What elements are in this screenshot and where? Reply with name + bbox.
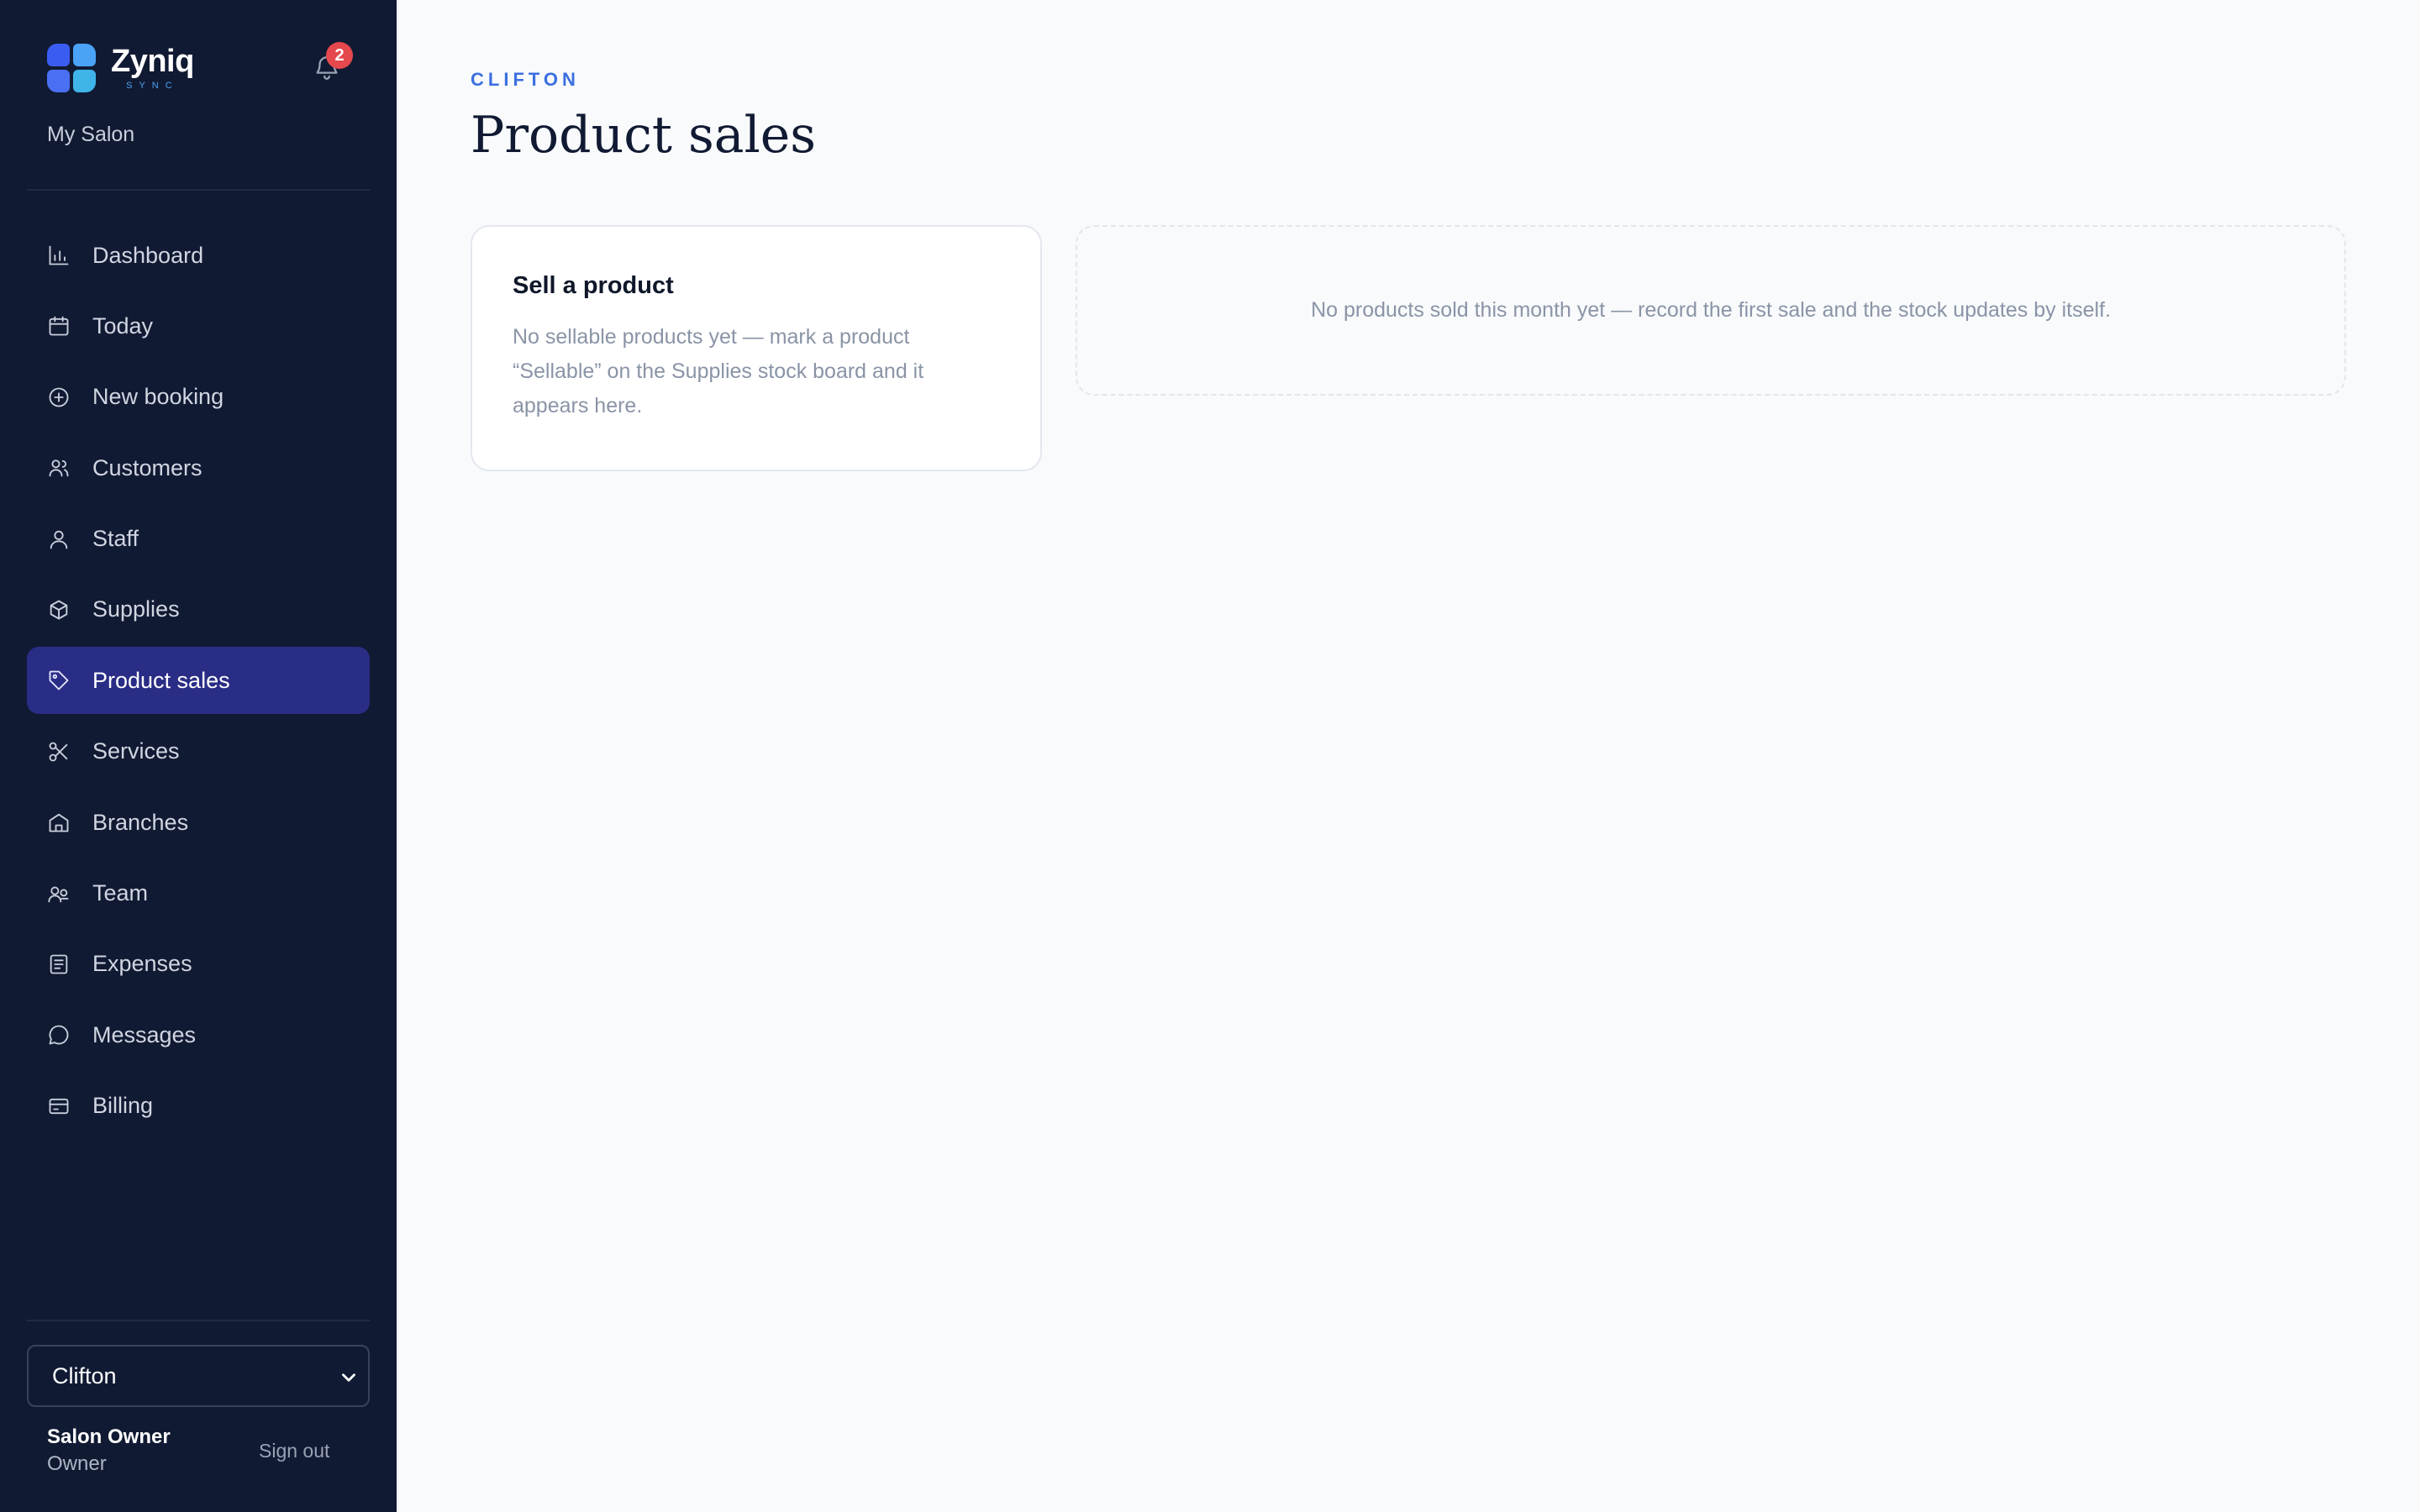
sidebar-item-team[interactable]: Team bbox=[27, 860, 370, 927]
sidebar-item-label: Customers bbox=[92, 454, 203, 480]
calendar-icon bbox=[47, 314, 71, 338]
sidebar-item-label: Expenses bbox=[92, 951, 192, 977]
user-name: Salon Owner bbox=[47, 1425, 171, 1448]
sidebar-item-label: Messages bbox=[92, 1021, 197, 1047]
sales-empty-state: No products sold this month yet — record… bbox=[1076, 225, 2346, 396]
branch-select-value: Clifton bbox=[52, 1362, 117, 1389]
sidebar-item-billing[interactable]: Billing bbox=[27, 1073, 370, 1140]
sidebar-item-label: Staff bbox=[92, 526, 139, 552]
org-name: My Salon bbox=[47, 123, 135, 146]
sidebar-item-label: Services bbox=[92, 738, 180, 764]
sidebar-item-label: Dashboard bbox=[92, 242, 204, 268]
sidebar-item-messages[interactable]: Messages bbox=[27, 1001, 370, 1068]
building-icon bbox=[47, 811, 71, 834]
chevron-down-icon bbox=[338, 1367, 360, 1389]
sidebar-item-label: New booking bbox=[92, 384, 224, 410]
plus-circle-icon bbox=[47, 386, 71, 409]
sidebar-item-new-booking[interactable]: New booking bbox=[27, 364, 370, 431]
branch-eyebrow: CLIFTON bbox=[471, 69, 580, 90]
brand-logo[interactable]: Zyniq SYNC bbox=[47, 44, 194, 92]
app-shell: Zyniq SYNC 2 My Salon Dashboard Today Ne… bbox=[0, 0, 2420, 1512]
user-icon bbox=[47, 528, 71, 551]
credit-card-icon bbox=[47, 1095, 71, 1118]
team-icon bbox=[47, 882, 71, 906]
branch-select[interactable]: Clifton bbox=[27, 1345, 370, 1407]
sidebar-item-supplies[interactable]: Supplies bbox=[27, 576, 370, 643]
sidebar-item-product-sales[interactable]: Product sales bbox=[27, 647, 370, 715]
sidebar-item-today[interactable]: Today bbox=[27, 292, 370, 360]
sidebar-item-branches[interactable]: Branches bbox=[27, 789, 370, 856]
message-icon bbox=[47, 1023, 71, 1047]
sidebar-item-label: Supplies bbox=[92, 596, 180, 622]
sidebar: Zyniq SYNC 2 My Salon Dashboard Today Ne… bbox=[0, 0, 397, 1512]
notification-badge: 2 bbox=[326, 42, 353, 69]
empty-state-text: No products sold this month yet — record… bbox=[1311, 298, 2111, 322]
sidebar-item-label: Team bbox=[92, 880, 149, 906]
tag-icon bbox=[47, 669, 71, 692]
sidebar-footer-divider bbox=[27, 1320, 370, 1321]
sidebar-item-dashboard[interactable]: Dashboard bbox=[27, 222, 370, 289]
sign-out-button[interactable]: Sign out bbox=[259, 1440, 329, 1462]
sidebar-item-label: Today bbox=[92, 312, 154, 339]
page-title: Product sales bbox=[471, 106, 817, 165]
sidebar-item-expenses[interactable]: Expenses bbox=[27, 931, 370, 998]
sidebar-item-label: Product sales bbox=[92, 667, 230, 693]
main-content: CLIFTON Product sales Sell a product No … bbox=[397, 0, 2420, 1512]
users-icon bbox=[47, 456, 71, 480]
brand-name: Zyniq bbox=[111, 44, 194, 79]
sidebar-item-label: Branches bbox=[92, 809, 189, 835]
sidebar-item-staff[interactable]: Staff bbox=[27, 506, 370, 573]
sidebar-nav: Dashboard Today New booking Customers St… bbox=[27, 222, 370, 1143]
user-role: Owner bbox=[47, 1452, 107, 1475]
box-icon bbox=[47, 598, 71, 622]
logo-mark-icon bbox=[47, 44, 96, 92]
sidebar-item-services[interactable]: Services bbox=[27, 718, 370, 785]
receipt-icon bbox=[47, 953, 71, 976]
bar-chart-icon bbox=[47, 244, 71, 267]
sell-card-title: Sell a product bbox=[513, 272, 674, 299]
brand-subtitle: SYNC bbox=[126, 81, 179, 91]
scissors-icon bbox=[47, 740, 71, 764]
sidebar-item-customers[interactable]: Customers bbox=[27, 434, 370, 501]
sell-product-card: Sell a product No sellable products yet … bbox=[471, 225, 1042, 471]
sell-card-body: No sellable products yet — mark a produc… bbox=[513, 325, 924, 417]
sidebar-divider bbox=[27, 189, 370, 191]
sidebar-item-label: Billing bbox=[92, 1093, 154, 1119]
